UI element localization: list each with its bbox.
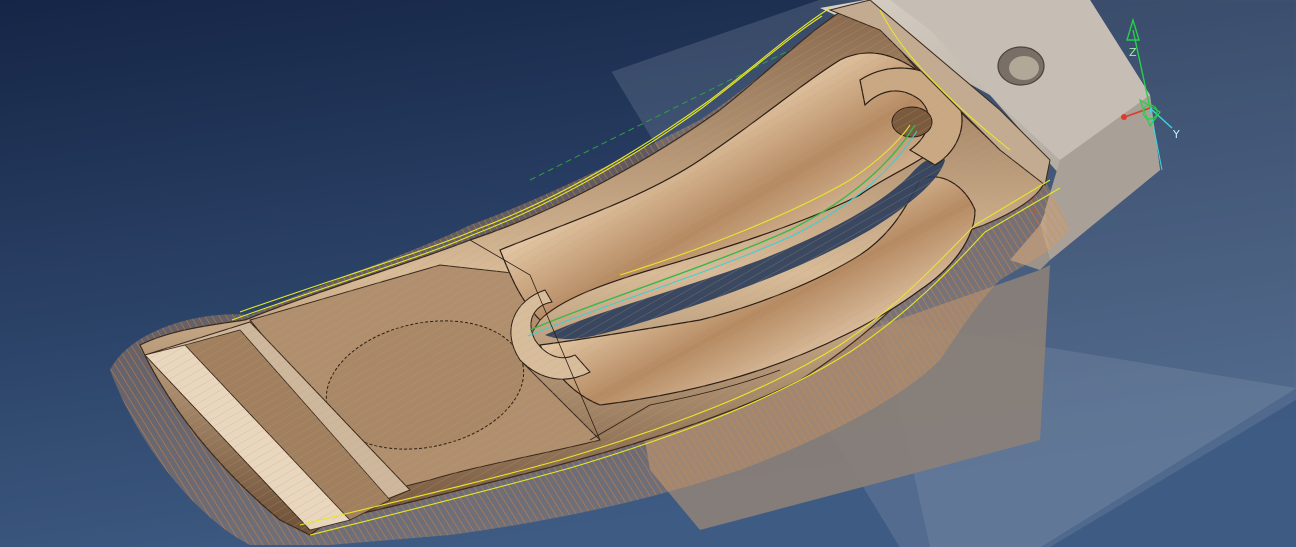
axis-y-label: Y [1172, 128, 1180, 141]
cam-3d-viewport[interactable]: Z Y [0, 0, 1296, 547]
axis-x-dot-icon [1121, 114, 1127, 120]
axis-z-label: Z [1129, 46, 1137, 59]
scene-svg: Z Y [0, 0, 1296, 547]
